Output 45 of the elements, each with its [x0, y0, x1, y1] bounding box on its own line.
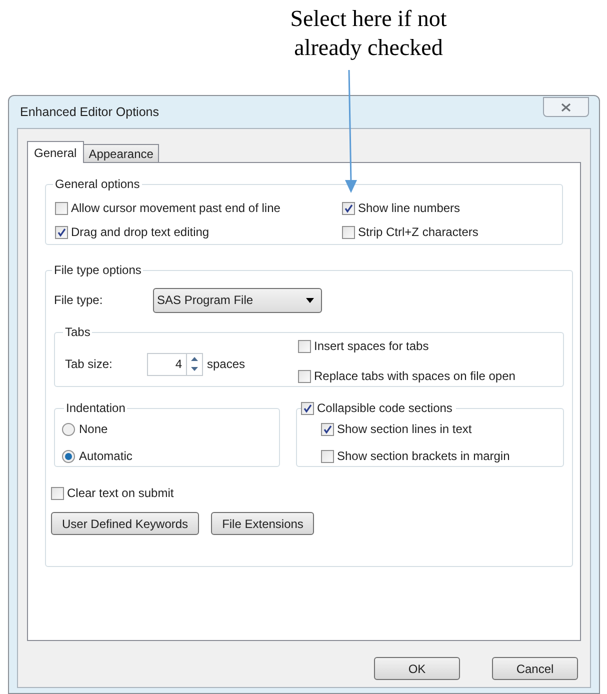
checkbox-label: Show section brackets in margin	[337, 448, 510, 465]
annotation-text: Select here if not	[290, 5, 447, 33]
group-title: Indentation	[65, 400, 126, 417]
button[interactable]: Cancel	[492, 657, 578, 680]
checkbox-label: Allow cursor movement past end of line	[71, 200, 280, 217]
checkbox-label: Drag and drop text editing	[71, 224, 210, 241]
close-button[interactable]	[543, 97, 589, 117]
checkbox[interactable]	[321, 422, 334, 436]
checkbox[interactable]	[55, 226, 68, 238]
checkbox[interactable]	[321, 450, 334, 462]
button[interactable]: OK	[374, 657, 460, 680]
group-title: Tabs	[64, 324, 92, 341]
checkbox-label: Strip Ctrl+Z characters	[358, 224, 478, 241]
checkbox-label: Replace tabs with spaces on file open	[314, 368, 516, 385]
checkbox-label: Clear text on submit	[67, 485, 174, 502]
radio-button[interactable]	[62, 450, 75, 462]
tab-size-unit: spaces	[207, 356, 246, 373]
checkbox-label: Show section lines in text	[337, 421, 472, 438]
tab[interactable]: Appearance	[84, 144, 160, 162]
checkbox-label: Insert spaces for tabs	[314, 338, 429, 355]
radio-label: Automatic	[79, 448, 132, 465]
close-icon	[561, 102, 571, 112]
radio-button[interactable]	[62, 422, 75, 436]
file-type-dropdown[interactable]: SAS Program File	[153, 288, 322, 312]
group-title: File type options	[53, 262, 142, 279]
checkbox[interactable]	[51, 486, 64, 500]
button[interactable]: File Extensions	[211, 512, 314, 535]
annotation-text: already checked	[294, 34, 443, 62]
checkbox-label: Show line numbers	[358, 200, 460, 217]
tab[interactable]: General	[27, 141, 84, 163]
radio-label: None	[79, 421, 108, 438]
checkbox[interactable]	[342, 202, 355, 214]
window-title: Enhanced Editor Options	[20, 104, 159, 121]
checkbox[interactable]	[301, 402, 314, 414]
tab-size-label: Tab size:	[65, 356, 114, 373]
file-type-label: File type:	[54, 292, 104, 309]
checkbox[interactable]	[298, 370, 311, 382]
button[interactable]: User Defined Keywords	[51, 512, 200, 535]
dropdown-arrow-icon	[306, 298, 314, 302]
checkbox[interactable]	[342, 226, 355, 238]
tab-size-spinner[interactable]: 4	[147, 352, 203, 376]
checkbox[interactable]	[55, 202, 68, 214]
checkbox[interactable]	[298, 340, 311, 352]
checkbox-label: Collapsible code sections	[317, 400, 452, 417]
group-title: General options	[54, 176, 141, 193]
